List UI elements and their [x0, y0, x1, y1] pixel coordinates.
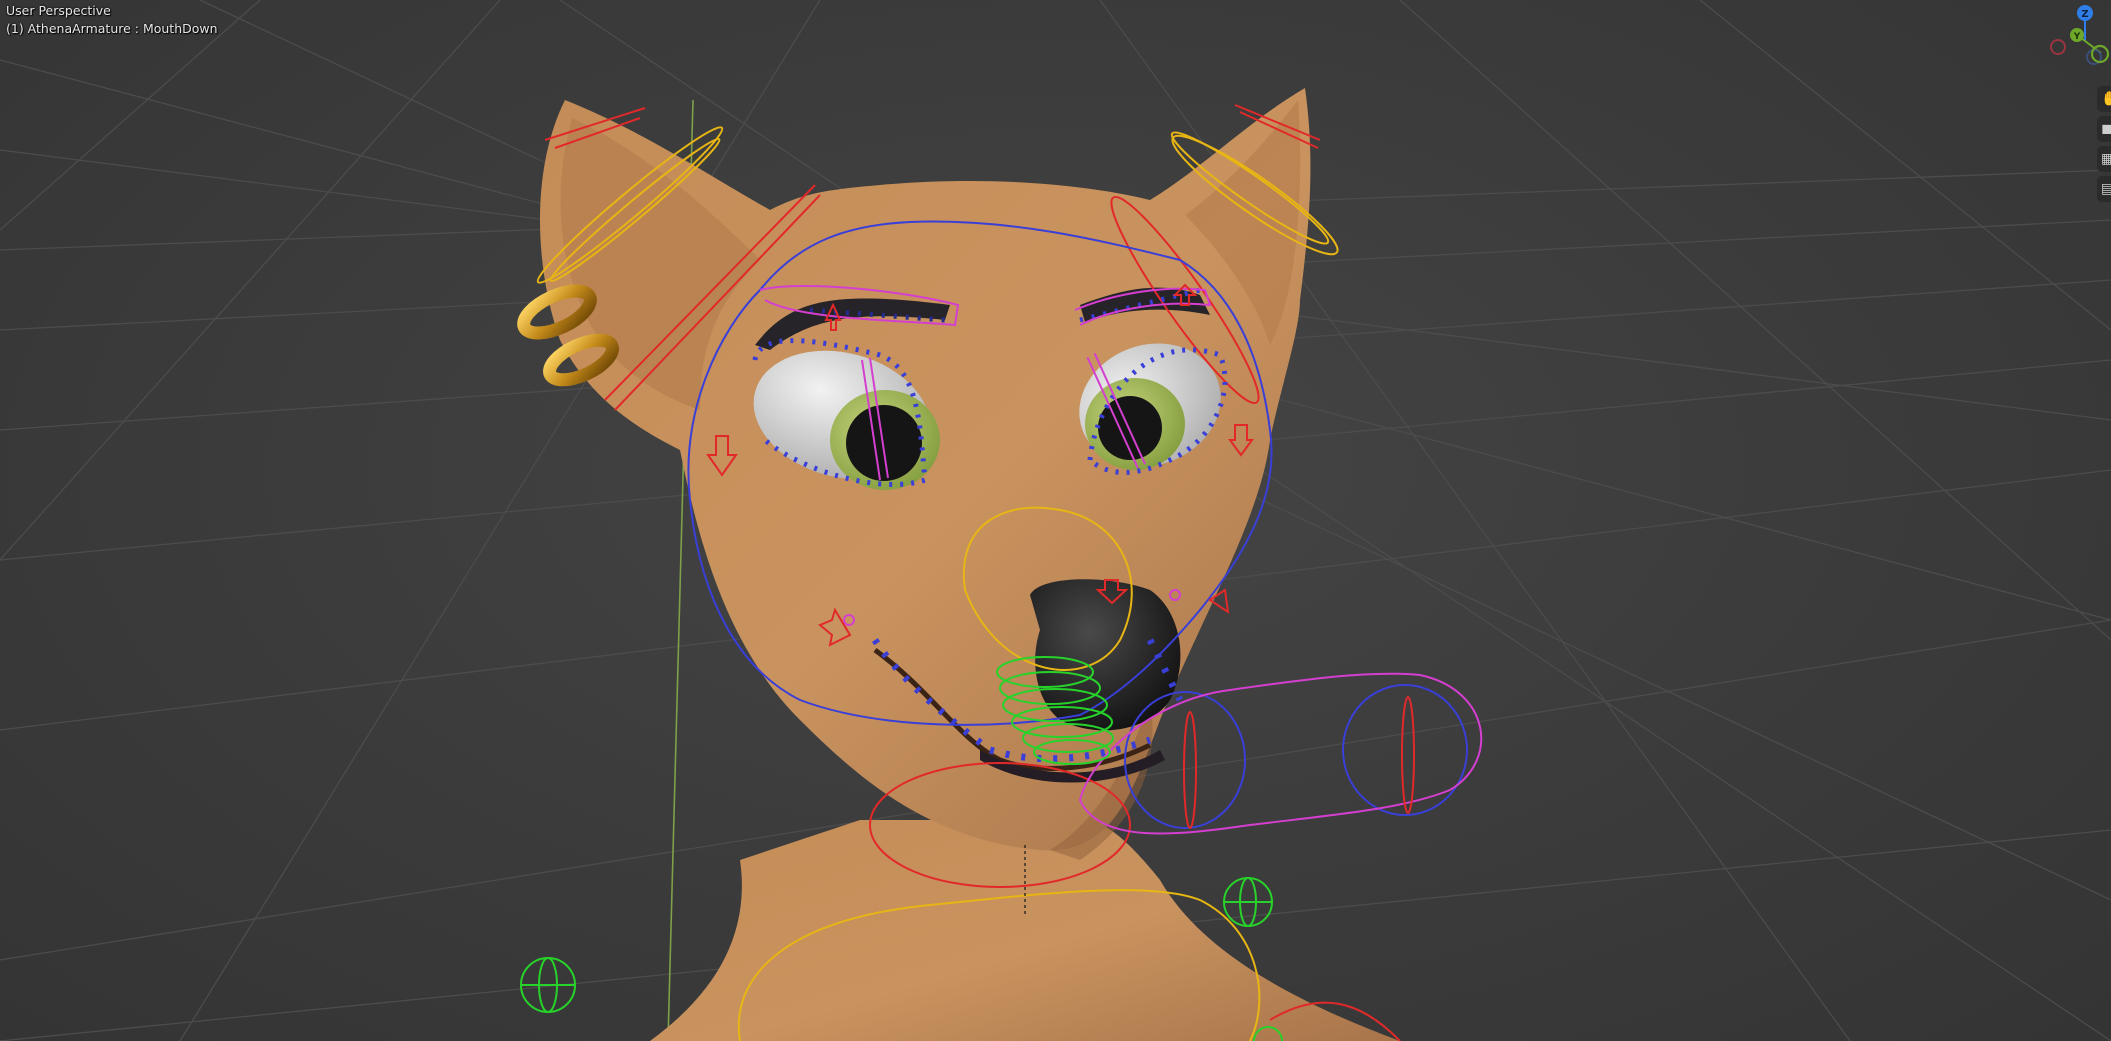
- viewport-navigation-tools: ✋ ◼ ▦ ▤: [2097, 86, 2111, 202]
- neg-x-axis-dot[interactable]: [2050, 39, 2066, 55]
- z-axis-button[interactable]: Z: [2077, 5, 2093, 21]
- active-object-label: (1) AthenaArmature : MouthDown: [6, 21, 218, 36]
- perspective-icon[interactable]: ▤: [2097, 176, 2111, 202]
- hand-icon[interactable]: ✋: [2097, 86, 2111, 112]
- scene-render[interactable]: [0, 0, 2111, 1041]
- character-mesh[interactable]: [517, 88, 1400, 1041]
- view-mode-label: User Perspective: [6, 3, 111, 18]
- camera-icon[interactable]: ◼: [2097, 116, 2111, 142]
- y-axis-button[interactable]: Y: [2070, 28, 2084, 42]
- z-axis-label: Z: [2081, 9, 2088, 20]
- navigation-gizmo[interactable]: Z Y: [2036, 0, 2111, 80]
- y-axis-label: Y: [2073, 32, 2081, 42]
- grid-icon[interactable]: ▦: [2097, 146, 2111, 172]
- 3d-viewport[interactable]: User Perspective (1) AthenaArmature : Mo…: [0, 0, 2111, 1041]
